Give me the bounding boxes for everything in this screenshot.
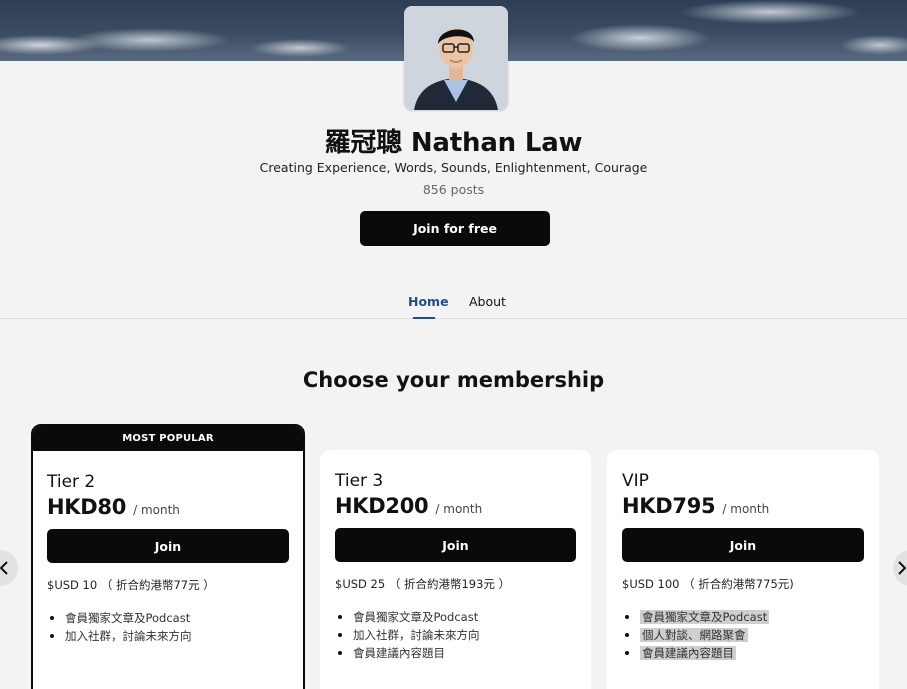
benefit-item: 加入社群，討論未來方向 [47,627,289,645]
price-period: / month [435,502,483,516]
benefit-text: 會員建議內容題目 [640,646,736,660]
tier-card-tier-2: MOST POPULAR Tier 2 HKD80 / month Join $… [31,424,305,689]
benefit-text: 會員獨家文章及Podcast [640,610,770,624]
membership-title: Choose your membership [302,368,605,392]
benefit-list: 會員獨家文章及Podcast 加入社群，討論未來方向 會員建議內容題目 [335,608,576,662]
tab-about[interactable]: About [469,294,506,309]
avatar-portrait-icon [404,6,508,110]
creator-page: 羅冠聰 Nathan Law Creating Experience, Word… [0,0,907,689]
tier-price: HKD80 / month [47,495,289,519]
benefit-text: 個人對談、網路聚會 [640,628,748,642]
chevron-left-icon [0,561,8,575]
tier-name: Tier 3 [335,471,384,491]
join-vip-button[interactable]: Join [622,528,864,562]
most-popular-badge: MOST POPULAR [33,426,303,451]
usd-note: $USD 10 （ 折合約港幣77元 ） [47,578,215,592]
benefit-item: 會員建議內容題目 [622,644,864,662]
tier-price: HKD795 / month [622,494,864,518]
benefit-item: 會員獨家文章及Podcast [622,608,864,626]
active-tab-indicator [413,317,435,319]
price-period: / month [722,502,770,516]
benefit-item: 會員獨家文章及Podcast [47,609,289,627]
price-period: / month [133,503,180,517]
carousel-prev-button[interactable] [0,550,18,586]
carousel-next-button[interactable] [893,550,907,586]
usd-note: $USD 25 （ 折合約港幣193元 ） [335,577,511,591]
join-tier-3-button[interactable]: Join [335,528,576,562]
tier-card-tier-3: Tier 3 HKD200 / month Join $USD 25 （ 折合約… [320,450,591,689]
creator-name: 羅冠聰 Nathan Law [324,128,583,158]
price-amount: HKD200 [335,494,429,518]
join-tier-2-button[interactable]: Join [47,529,289,563]
benefit-item: 會員建議內容題目 [335,644,576,662]
tab-home[interactable]: Home [408,294,449,309]
creator-tagline: Creating Experience, Words, Sounds, Enli… [259,160,648,175]
tier-name: VIP [622,471,649,491]
avatar [404,6,508,110]
benefit-list: 會員獨家文章及Podcast 加入社群，討論未來方向 [47,609,289,645]
tier-card-vip: VIP HKD795 / month Join $USD 100 （ 折合約港幣… [607,450,879,689]
tab-bar: Home About [0,290,907,319]
benefit-item: 加入社群，討論未來方向 [335,626,576,644]
chevron-right-icon [898,561,907,575]
tier-name: Tier 2 [47,472,96,492]
benefit-list: 會員獨家文章及Podcast 個人對談、網路聚會 會員建議內容題目 [622,608,864,662]
price-amount: HKD80 [47,495,127,519]
usd-note: $USD 100 （ 折合約港幣775元) [622,577,794,591]
benefit-item: 會員獨家文章及Podcast [335,608,576,626]
join-for-free-button[interactable]: Join for free [360,211,550,246]
benefit-item: 個人對談、網路聚會 [622,626,864,644]
price-amount: HKD795 [622,494,716,518]
post-count: 856 posts [422,182,485,197]
tier-price: HKD200 / month [335,494,576,518]
